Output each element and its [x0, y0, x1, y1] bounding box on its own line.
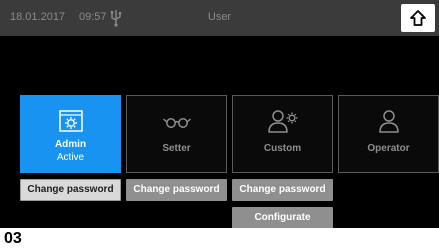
role-name-operator: Operator — [367, 143, 410, 154]
role-tile-custom[interactable]: Custom — [232, 95, 333, 173]
change-password-button-setter[interactable]: Change password — [126, 179, 227, 201]
glasses-icon — [127, 108, 226, 134]
role-tile-setter[interactable]: Setter — [126, 95, 227, 173]
user-gear-icon — [233, 108, 332, 134]
role-tile-admin[interactable]: Admin Active — [20, 95, 121, 173]
role-status-admin: Active — [56, 152, 85, 163]
settings-window-icon — [21, 108, 120, 134]
figure-caption-number: 03 — [4, 230, 22, 247]
status-bar: 18.01.2017 09:57 User — [0, 0, 439, 36]
role-name-admin: Admin — [54, 139, 87, 150]
role-name-custom: Custom — [263, 143, 302, 154]
change-password-button-custom[interactable]: Change password — [232, 179, 333, 201]
role-tile-operator[interactable]: Operator — [338, 95, 439, 173]
home-button[interactable] — [401, 4, 435, 32]
configurate-button[interactable]: Configurate — [232, 207, 333, 228]
status-user-label: User — [207, 11, 232, 23]
user-icon — [339, 108, 438, 134]
change-password-button-admin[interactable]: Change password — [20, 179, 121, 201]
device-screen: 18.01.2017 09:57 User Admin Active Sette… — [0, 0, 439, 228]
home-icon — [410, 10, 426, 26]
role-name-setter: Setter — [162, 143, 191, 154]
